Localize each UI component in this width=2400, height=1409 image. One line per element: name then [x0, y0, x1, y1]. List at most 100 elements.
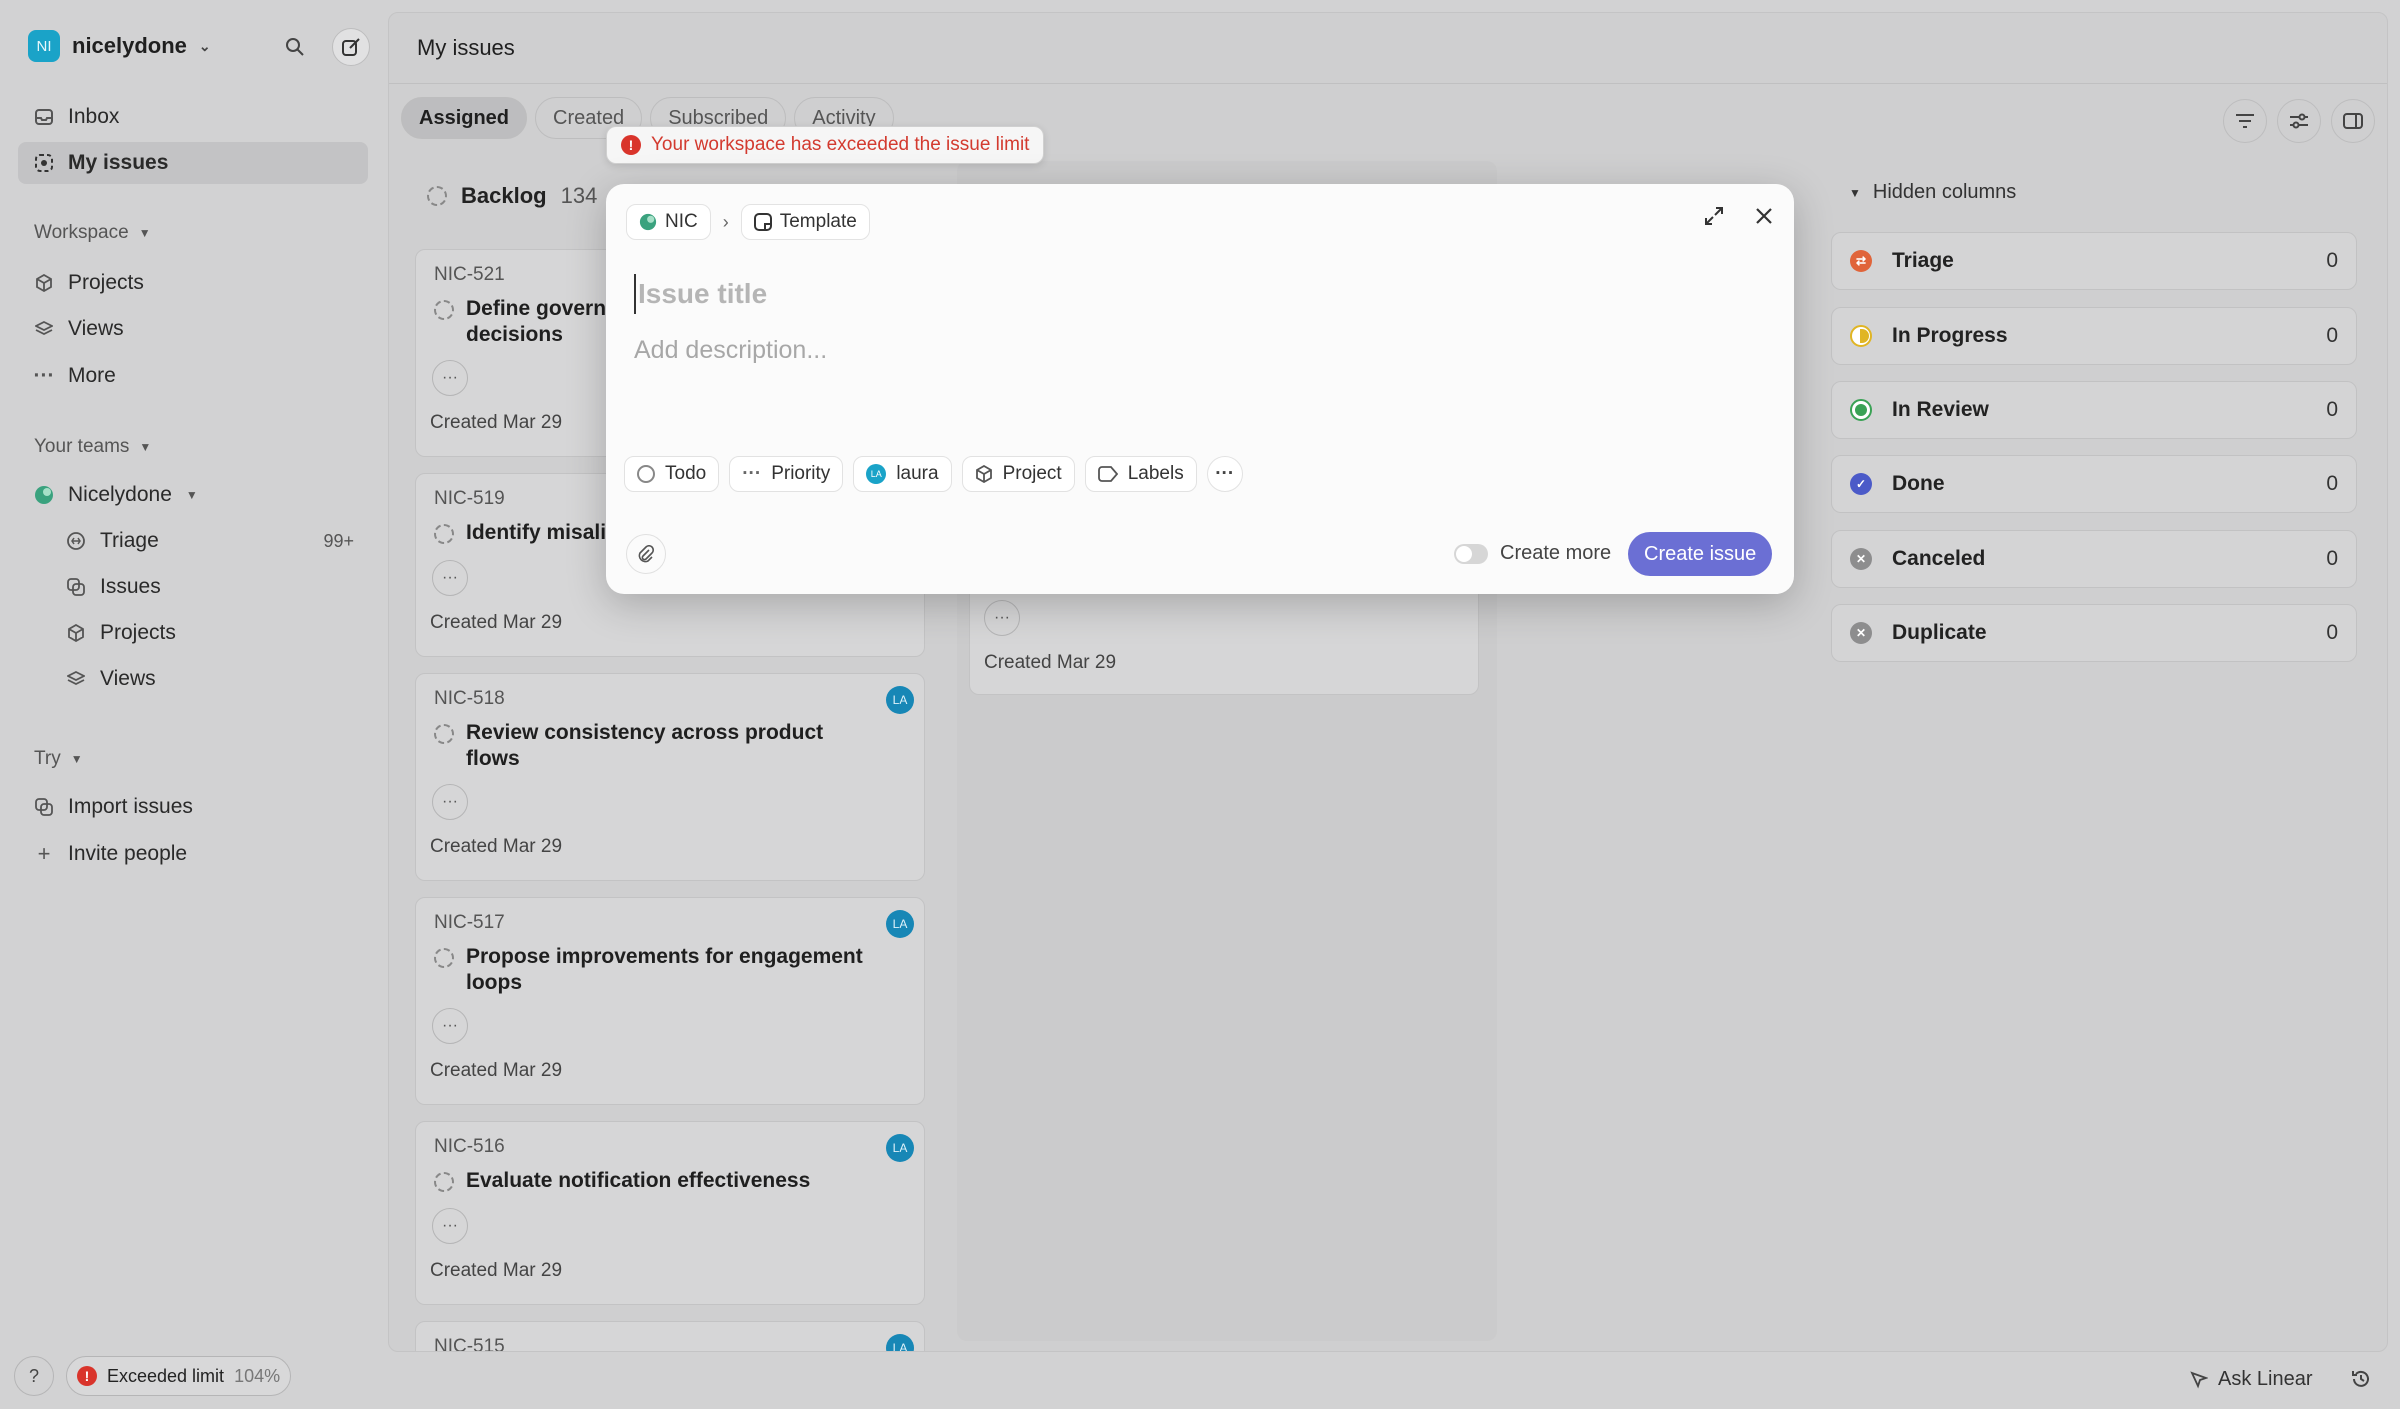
- sidebar-item-views[interactable]: Views: [18, 308, 368, 350]
- status-selector[interactable]: Todo: [624, 456, 720, 492]
- template-selector[interactable]: Template: [740, 204, 870, 240]
- sidebar-item-projects[interactable]: Projects: [18, 262, 368, 304]
- hidden-column-in-review[interactable]: In Review 0: [1831, 381, 2357, 439]
- workspace-switcher[interactable]: NI nicelydone ⌄: [28, 30, 211, 62]
- template-icon: [753, 213, 772, 231]
- sidebar-item-team-views[interactable]: Views: [18, 658, 368, 700]
- sidebar-item-label: Views: [68, 317, 124, 340]
- inbox-icon: [34, 107, 54, 127]
- more-properties-button[interactable]: ···: [1206, 456, 1243, 492]
- triage-icon: [66, 531, 86, 551]
- more-options-icon[interactable]: ···: [984, 600, 1020, 636]
- created-date: Created Mar 29: [430, 836, 563, 857]
- display-options-button[interactable]: [2277, 99, 2321, 143]
- column-name: Canceled: [1892, 547, 1986, 570]
- issue-description-input[interactable]: [634, 330, 1734, 370]
- issue-card[interactable]: NIC-518 LA Review consistency across pro…: [415, 673, 925, 881]
- sidebar-item-triage[interactable]: Triage 99+: [18, 520, 368, 562]
- more-options-icon[interactable]: ···: [432, 1208, 468, 1244]
- created-date: Created Mar 29: [984, 652, 1117, 673]
- hidden-column-done[interactable]: ✓ Done 0: [1831, 455, 2357, 513]
- backlog-status-icon[interactable]: [434, 524, 454, 544]
- history-button[interactable]: [2350, 1368, 2372, 1395]
- sidebar-item-team-projects[interactable]: Projects: [18, 612, 368, 654]
- cube-icon: [66, 623, 86, 643]
- backlog-status-icon[interactable]: [434, 948, 454, 968]
- avatar[interactable]: LA: [886, 1134, 914, 1162]
- created-date: Created Mar 29: [430, 412, 563, 433]
- team-label: NIC: [665, 211, 698, 232]
- more-options-icon[interactable]: ···: [432, 560, 468, 596]
- sidebar-item-more[interactable]: ··· More: [18, 355, 368, 397]
- column-count: 0: [2326, 324, 2338, 347]
- avatar[interactable]: LA: [886, 686, 914, 714]
- chevron-right-icon: ›: [722, 211, 729, 232]
- hidden-column-duplicate[interactable]: ✕ Duplicate 0: [1831, 604, 2357, 662]
- backlog-status-icon[interactable]: [434, 300, 454, 320]
- caret-down-icon: ▼: [138, 226, 151, 240]
- project-selector[interactable]: Project: [961, 456, 1075, 492]
- exceeded-limit-pill[interactable]: ! Exceeded limit 104%: [66, 1356, 292, 1396]
- limit-label: Exceeded limit: [107, 1365, 225, 1386]
- sidebar-item-label: My issues: [68, 151, 169, 174]
- sidebar-item-my-issues[interactable]: My issues: [18, 142, 368, 184]
- sidebar-item-invite-people[interactable]: + Invite people: [18, 833, 368, 875]
- search-button[interactable]: [276, 28, 314, 66]
- sidebar-item-label: Nicelydone: [68, 483, 172, 506]
- workspace-section-toggle[interactable]: Workspace ▼: [34, 222, 151, 244]
- column-count: 0: [2326, 547, 2338, 570]
- labels-selector[interactable]: Labels: [1084, 456, 1197, 492]
- column-count: 0: [2326, 398, 2338, 421]
- done-check-icon: ✓: [1850, 473, 1872, 495]
- template-label: Template: [779, 211, 857, 232]
- expand-icon: [1705, 207, 1723, 225]
- column-title: Backlog: [461, 183, 547, 208]
- hidden-columns-toggle[interactable]: ▼ Hidden columns: [1849, 181, 2016, 204]
- avatar[interactable]: LA: [886, 1334, 914, 1351]
- attach-button[interactable]: [626, 534, 666, 574]
- new-issue-button[interactable]: [332, 28, 370, 66]
- filter-button[interactable]: [2223, 99, 2267, 143]
- created-date: Created Mar 29: [430, 612, 563, 633]
- sidebar-item-label: Inbox: [68, 105, 120, 128]
- hidden-column-canceled[interactable]: ✕ Canceled 0: [1831, 530, 2357, 588]
- team-selector[interactable]: NIC: [626, 204, 711, 240]
- issue-title: Review consistency across product flows: [466, 721, 824, 770]
- toggle-sidebar-button[interactable]: [2331, 99, 2375, 143]
- issue-title: Propose improvements for engagement loops: [466, 945, 863, 994]
- backlog-status-icon[interactable]: [434, 724, 454, 744]
- paperclip-icon: [638, 545, 655, 563]
- create-more-toggle[interactable]: Create more: [1454, 542, 1611, 565]
- caret-down-icon: ▼: [185, 488, 198, 502]
- more-options-icon[interactable]: ···: [432, 360, 468, 396]
- more-options-icon[interactable]: ···: [432, 784, 468, 820]
- avatar[interactable]: LA: [886, 910, 914, 938]
- alert-icon: !: [77, 1366, 97, 1386]
- close-button[interactable]: [1754, 206, 1774, 231]
- expand-button[interactable]: [1704, 206, 1724, 231]
- create-issue-button[interactable]: Create issue: [1628, 532, 1773, 576]
- priority-selector[interactable]: ··· Priority: [729, 456, 844, 492]
- toggle-switch[interactable]: [1454, 543, 1488, 564]
- sidebar-item-issues[interactable]: Issues: [18, 566, 368, 608]
- issue-card[interactable]: NIC-517 LA Propose improvements for enga…: [415, 897, 925, 1105]
- help-button[interactable]: ?: [14, 1356, 54, 1396]
- your-teams-section-toggle[interactable]: Your teams ▼: [34, 436, 151, 458]
- sidebar-item-team[interactable]: Nicelydone ▼: [18, 474, 368, 516]
- backlog-status-icon[interactable]: [434, 1172, 454, 1192]
- try-section-toggle[interactable]: Try ▼: [34, 748, 83, 770]
- avatar: LA: [866, 464, 887, 484]
- hidden-column-triage[interactable]: ⇄ Triage 0: [1831, 232, 2357, 290]
- assignee-selector[interactable]: LA laura: [853, 456, 952, 492]
- issue-title-input[interactable]: [634, 274, 1734, 314]
- hidden-column-in-progress[interactable]: In Progress 0: [1831, 307, 2357, 365]
- backlog-status-icon: [427, 186, 447, 206]
- ask-linear-button[interactable]: Ask Linear: [2190, 1368, 2313, 1391]
- issue-card[interactable]: NIC-516 LA Evaluate notification effecti…: [415, 1121, 925, 1305]
- sidebar-item-import-issues[interactable]: Import issues: [18, 786, 368, 828]
- issue-card[interactable]: NIC-515 LA: [415, 1321, 925, 1351]
- more-options-icon[interactable]: ···: [432, 1008, 468, 1044]
- tab-assigned[interactable]: Assigned: [401, 97, 528, 139]
- layers-icon: [34, 319, 54, 339]
- sidebar-item-inbox[interactable]: Inbox: [18, 96, 368, 138]
